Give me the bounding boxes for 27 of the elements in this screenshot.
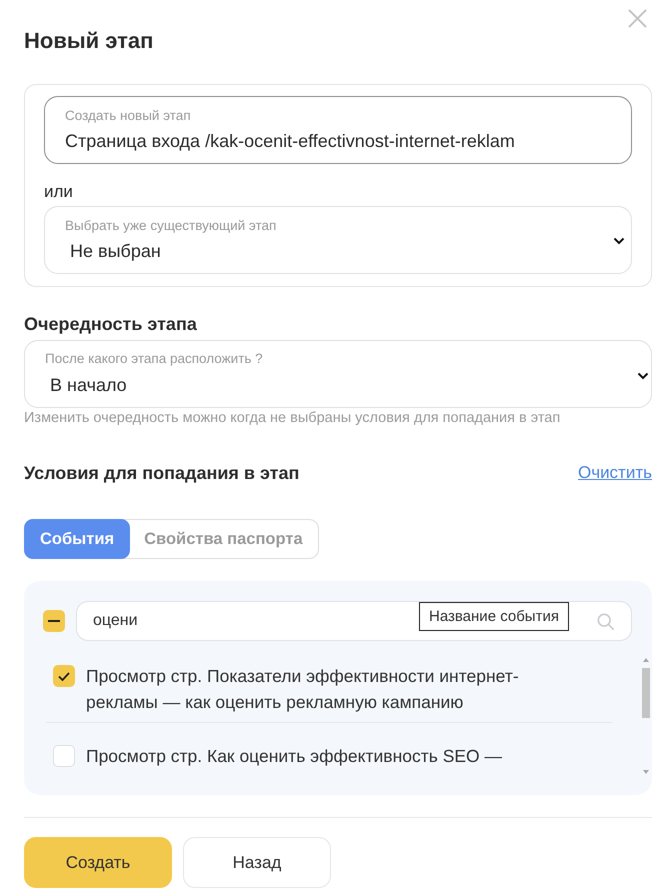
minus-icon bbox=[48, 620, 60, 622]
checkmark-icon bbox=[58, 672, 70, 680]
select-all-checkbox[interactable] bbox=[43, 610, 65, 632]
existing-stage-select[interactable]: Выбрать уже существующий этап Не выбран bbox=[44, 206, 632, 274]
search-icon[interactable] bbox=[597, 613, 615, 631]
event-label[interactable]: Просмотр стр. Как оценить эффективность SEO — bbox=[86, 743, 502, 769]
stage-name-field[interactable]: Создать новый этап Страница входа /kak-ocenit-effectivnost-internet-reklam bbox=[44, 96, 632, 164]
or-text: или bbox=[44, 181, 74, 203]
dialog-title: Новый этап bbox=[24, 28, 154, 54]
search-field[interactable]: оцени Название события bbox=[76, 601, 632, 641]
order-select[interactable]: После какого этапа расположить ? В начало bbox=[24, 340, 652, 408]
scroll-down-icon[interactable] bbox=[643, 770, 649, 774]
hint-text: Изменить очередность можно когда не выбраны условия для попадания в этап bbox=[24, 409, 562, 427]
event-checkbox[interactable] bbox=[53, 745, 75, 767]
event-checkbox[interactable] bbox=[53, 665, 75, 687]
clear-link[interactable]: Очистить bbox=[578, 463, 652, 483]
chevron-down-icon bbox=[613, 237, 625, 245]
close-icon[interactable] bbox=[628, 9, 647, 28]
event-label[interactable]: Просмотр стр. Показатели эффективности интернет-рекламы — как оценить рекламную кампанию bbox=[86, 663, 586, 715]
chevron-down-icon bbox=[637, 372, 649, 380]
back-button[interactable]: Назад bbox=[183, 837, 331, 888]
create-button[interactable]: Создать bbox=[24, 837, 172, 888]
section-heading: Условия для попадания в этап bbox=[24, 462, 300, 485]
scroll-up-icon[interactable] bbox=[643, 658, 649, 662]
tooltip: Название события bbox=[419, 602, 569, 631]
section-heading: Очередность этапа bbox=[24, 313, 198, 336]
scrollbar-thumb[interactable] bbox=[642, 668, 650, 718]
